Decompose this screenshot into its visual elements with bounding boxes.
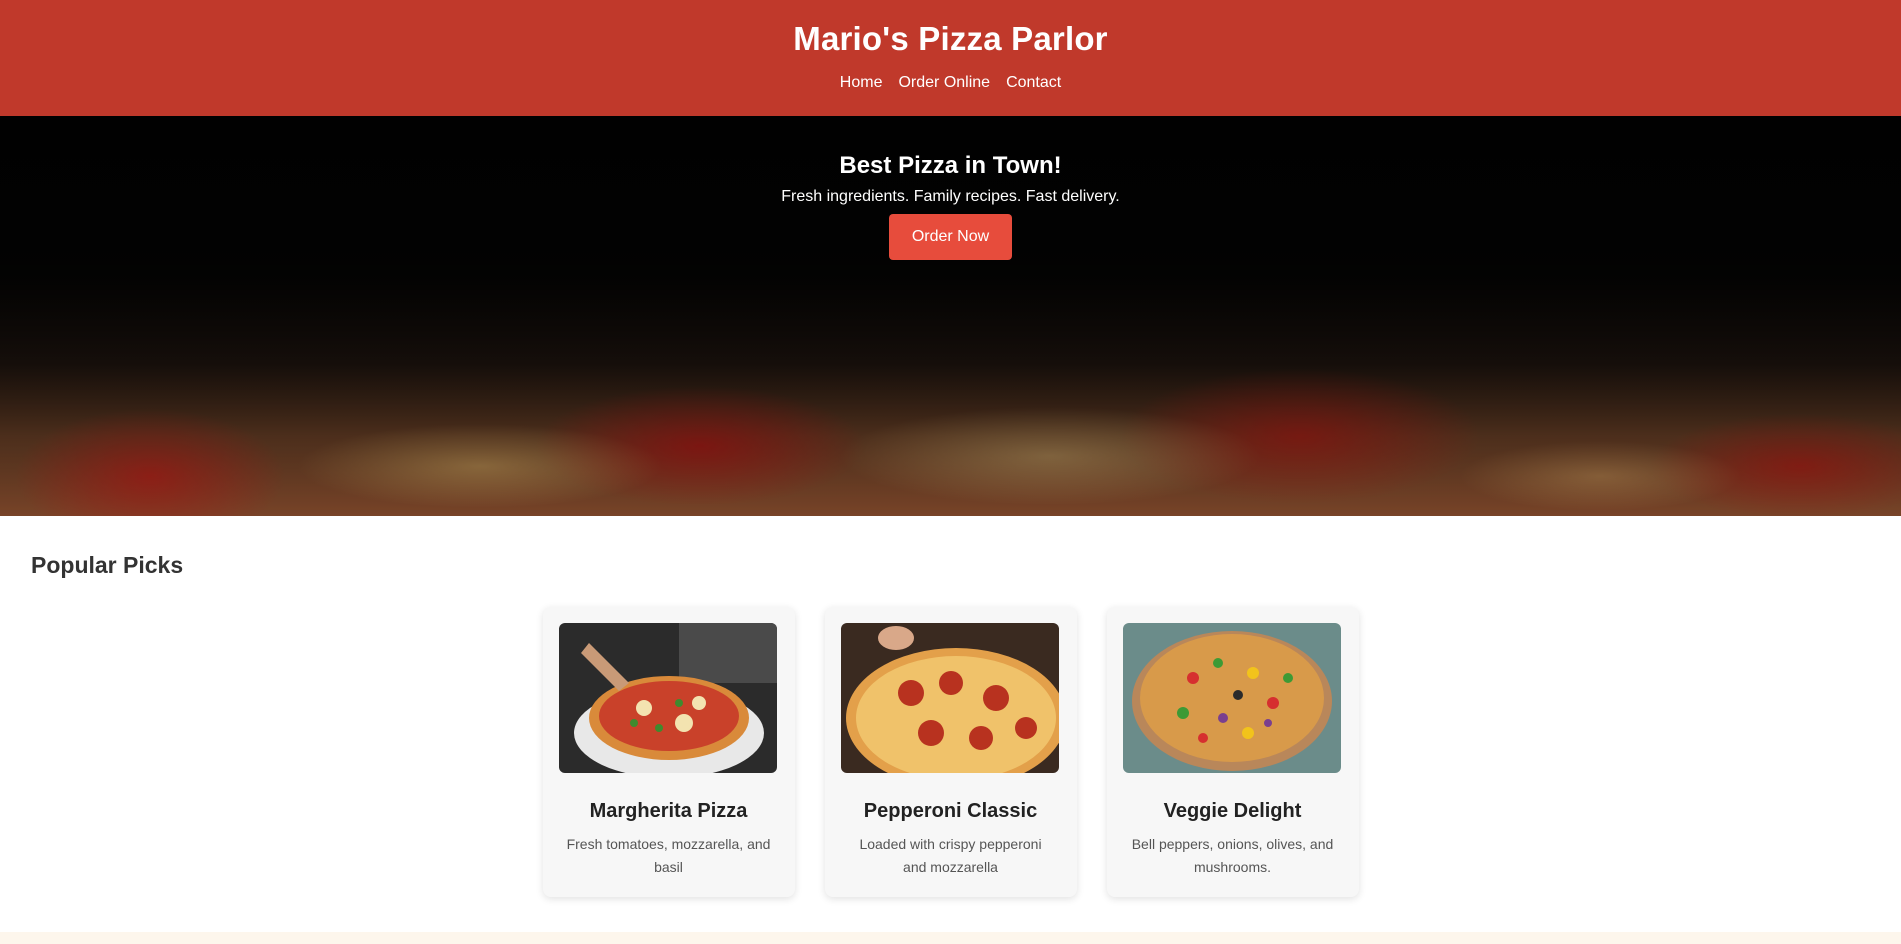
pepperoni-pizza-image <box>840 623 1059 773</box>
veggie-pizza-image <box>1122 623 1341 773</box>
card-description-margherita: Fresh tomatoes, mozzarella, and basil <box>566 836 771 875</box>
card-title-pepperoni: Pepperoni Classic <box>863 800 1038 822</box>
veggie-pizza-photo <box>1122 623 1341 773</box>
menu-card-pepperoni[interactable]: Pepperoni Classic Loaded with crispy pep… <box>824 607 1077 897</box>
order-now-button[interactable]: Order Now <box>888 214 1013 260</box>
popular-picks-heading: Popular Picks <box>31 552 184 578</box>
card-title-margherita: Margherita Pizza <box>589 800 748 822</box>
margherita-pizza-photo <box>558 623 777 773</box>
menu-card-margherita[interactable]: Margherita Pizza Fresh tomatoes, mozzare… <box>542 607 795 897</box>
menu-cards: Margherita Pizza Fresh tomatoes, mozzare… <box>31 607 1870 897</box>
nav-order-online-link[interactable]: Order Online <box>898 74 990 92</box>
card-description-pepperoni: Loaded with crispy pepperoni and mozzare… <box>859 836 1042 875</box>
nav-contact-link[interactable]: Contact <box>1006 74 1061 92</box>
card-description-veggie: Bell peppers, onions, olives, and mushro… <box>1131 836 1334 875</box>
site-header: Mario's Pizza Parlor Home Order Online C… <box>0 0 1901 116</box>
popular-picks-section: Popular Picks Margherita Pizza Fresh tom… <box>0 516 1901 897</box>
hero-content: Best Pizza in Town! Fresh ingredients. F… <box>0 116 1901 260</box>
pepperoni-pizza-photo <box>840 623 1059 773</box>
next-section-edge <box>0 932 1901 944</box>
main-nav: Home Order Online Contact <box>0 74 1901 92</box>
hero-banner: Best Pizza in Town! Fresh ingredients. F… <box>0 116 1901 516</box>
hero-title: Best Pizza in Town! <box>839 152 1062 179</box>
nav-home-link[interactable]: Home <box>840 74 883 92</box>
margherita-pizza-image <box>558 623 777 773</box>
card-title-veggie: Veggie Delight <box>1163 800 1302 822</box>
hero-subtitle: Fresh ingredients. Family recipes. Fast … <box>781 188 1120 205</box>
menu-card-veggie[interactable]: Veggie Delight Bell peppers, onions, oli… <box>1106 607 1359 897</box>
site-title: Mario's Pizza Parlor <box>793 20 1108 57</box>
